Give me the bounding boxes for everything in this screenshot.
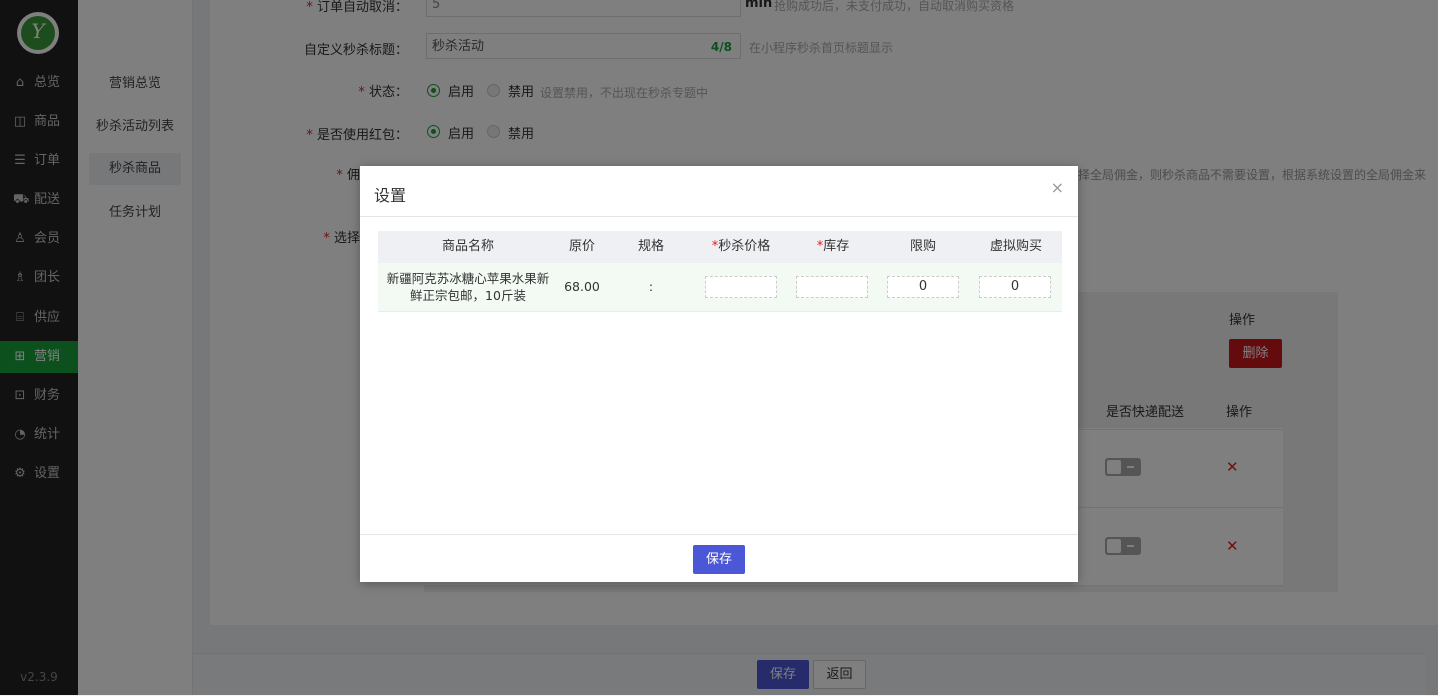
table-row: 新疆阿克苏冰糖心苹果水果新鲜正宗包邮，10斤装 68.00 : 0 0 [378, 263, 1062, 312]
col-spec: 规格 [637, 239, 664, 254]
seckill-price-input[interactable] [705, 276, 777, 298]
virtual-buy-input[interactable]: 0 [979, 276, 1051, 298]
row-original-price: 68.00 [564, 279, 600, 294]
col-seckill-price: *秒杀价格 [711, 239, 771, 254]
modal-footer: 保存 [360, 534, 1078, 583]
limit-input[interactable]: 0 [887, 276, 959, 298]
modal-save-button[interactable]: 保存 [693, 545, 745, 574]
modal-title: 设置 [374, 186, 407, 205]
col-limit: 限购 [909, 239, 936, 254]
row-spec: : [648, 279, 654, 294]
stock-input[interactable] [796, 276, 868, 298]
col-stock: *库存 [816, 239, 850, 254]
modal-table-header: 商品名称 原价 规格 *秒杀价格 *库存 限购 虚拟购买 [378, 231, 1062, 263]
col-virtual-buy: 虚拟购买 [989, 239, 1042, 254]
col-goods-name: 商品名称 [441, 239, 494, 254]
close-icon[interactable]: × [1051, 178, 1064, 197]
modal-divider [360, 216, 1078, 217]
settings-modal: 设置 × 商品名称 原价 规格 *秒杀价格 *库存 限购 虚拟购买 新疆阿克苏冰… [360, 166, 1078, 582]
col-original-price: 原价 [568, 239, 595, 254]
row-goods-name: 新疆阿克苏冰糖心苹果水果新鲜正宗包邮，10斤装 [386, 271, 550, 303]
